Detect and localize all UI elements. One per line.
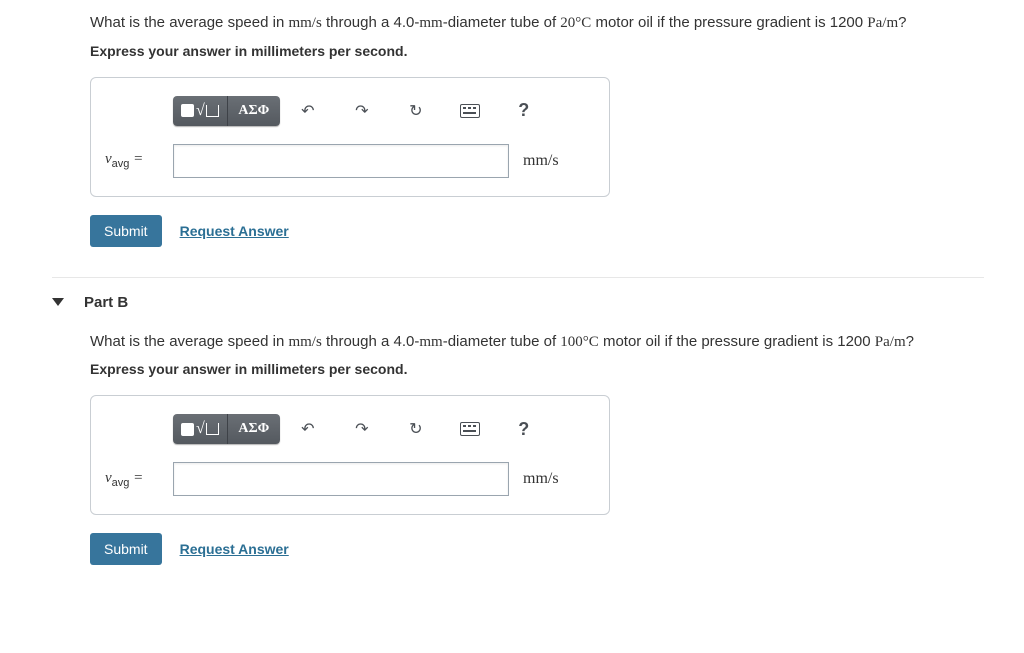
undo-icon[interactable]: ↶: [282, 96, 334, 126]
partB-toolbar: √ ΑΣΦ ↶ ↷ ↻ ?: [173, 414, 595, 444]
partA-submit-button[interactable]: Submit: [90, 215, 162, 247]
greek-button[interactable]: ΑΣΦ: [228, 414, 280, 444]
keyboard-icon[interactable]: [444, 414, 496, 444]
partA-unit: mm/s: [523, 152, 559, 170]
undo-icon[interactable]: ↶: [282, 414, 334, 444]
partB-unit: mm/s: [523, 470, 559, 488]
greek-button[interactable]: ΑΣΦ: [228, 96, 280, 126]
reset-icon[interactable]: ↻: [390, 96, 442, 126]
template-button[interactable]: √: [173, 414, 228, 444]
partB-title: Part B: [84, 294, 128, 311]
partB-request-answer-link[interactable]: Request Answer: [180, 541, 289, 557]
partA-answer-input[interactable]: [173, 144, 509, 178]
partA-question: What is the average speed in mm/s throug…: [90, 10, 984, 37]
redo-icon[interactable]: ↷: [336, 414, 388, 444]
partB-answer-box: √ ΑΣΦ ↶ ↷ ↻ ? vavg = mm/s: [90, 395, 610, 515]
partA-answer-box: √ ΑΣΦ ↶ ↷ ↻ ? vavg = mm/s: [90, 77, 610, 197]
help-icon[interactable]: ?: [498, 96, 550, 126]
partA-toolbar: √ ΑΣΦ ↶ ↷ ↻ ?: [173, 96, 595, 126]
chevron-down-icon: [52, 298, 64, 306]
template-button[interactable]: √: [173, 96, 228, 126]
redo-icon[interactable]: ↷: [336, 96, 388, 126]
partB-header[interactable]: Part B: [52, 277, 984, 329]
help-icon[interactable]: ?: [498, 414, 550, 444]
partA-variable: vavg =: [105, 151, 173, 170]
partA-instruction: Express your answer in millimeters per s…: [90, 43, 984, 59]
keyboard-icon[interactable]: [444, 96, 496, 126]
partB-instruction: Express your answer in millimeters per s…: [90, 361, 984, 377]
reset-icon[interactable]: ↻: [390, 414, 442, 444]
partB-variable: vavg =: [105, 470, 173, 489]
partA-request-answer-link[interactable]: Request Answer: [180, 223, 289, 239]
partB-question: What is the average speed in mm/s throug…: [90, 329, 984, 356]
partB-answer-input[interactable]: [173, 462, 509, 496]
partB-submit-button[interactable]: Submit: [90, 533, 162, 565]
